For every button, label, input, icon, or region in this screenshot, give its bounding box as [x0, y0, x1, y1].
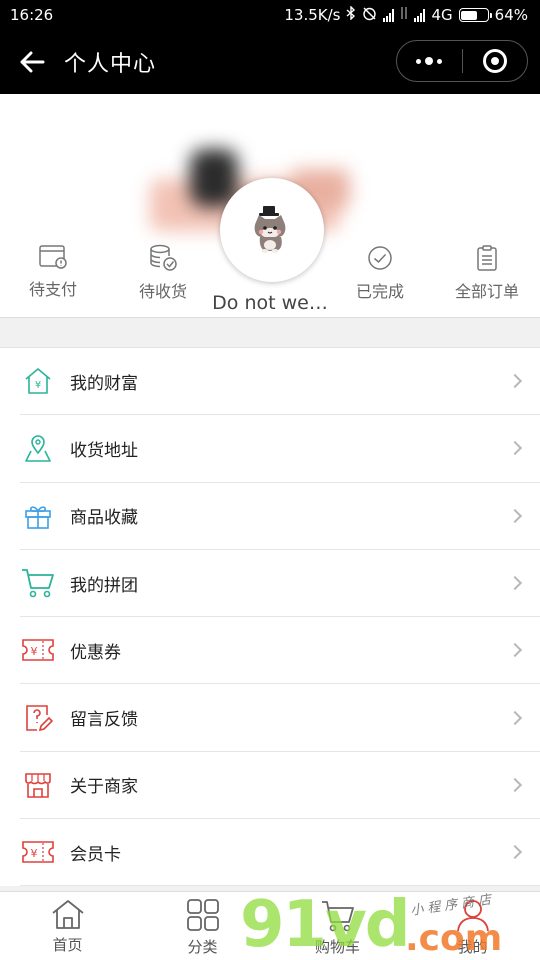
- chevron-right-icon: [507, 710, 523, 725]
- cart-icon: [20, 565, 56, 601]
- data-transfer-icon: [400, 6, 408, 24]
- menu-list: ¥ 我的财富 收货地址 商品收藏 我的拼团 ¥ 优惠券 留言反馈 关于商家 ¥ …: [0, 347, 540, 887]
- menu-item-coupons[interactable]: ¥ 优惠券: [20, 617, 540, 685]
- feedback-icon: [20, 700, 56, 736]
- battery-percent: 64%: [494, 6, 528, 24]
- alarm-off-icon: [362, 6, 377, 25]
- avatar[interactable]: [220, 178, 324, 282]
- gift-icon: [20, 498, 56, 534]
- tab-label: 首页: [52, 936, 83, 954]
- tab-label: 我的: [457, 938, 488, 956]
- more-button[interactable]: [397, 41, 462, 81]
- menu-item-member-card[interactable]: ¥ 会员卡: [20, 819, 540, 887]
- user-nickname: Do not we…: [212, 292, 328, 314]
- tab-mine[interactable]: 我的: [405, 892, 540, 960]
- profile-header: 待支付 待收货 Do not we… 已完成 全部订单: [0, 94, 540, 318]
- order-pending-delivery[interactable]: 待收货: [118, 244, 208, 302]
- menu-item-about-store[interactable]: 关于商家: [20, 752, 540, 820]
- user-icon: [456, 900, 489, 932]
- menu-label: 收货地址: [70, 440, 138, 461]
- svg-text:¥: ¥: [35, 380, 41, 391]
- coin-stack-icon: [150, 244, 177, 271]
- map-pin-icon: [20, 430, 56, 466]
- order-pending-payment[interactable]: 待支付: [8, 244, 98, 300]
- menu-label: 商品收藏: [70, 508, 138, 529]
- title-bar: 个人中心: [0, 30, 540, 94]
- signal-icon-secondary: [414, 8, 426, 22]
- grid-icon: [186, 899, 219, 931]
- more-dots-icon: [416, 57, 443, 65]
- chevron-right-icon: [507, 643, 523, 658]
- wallet-icon: [39, 245, 67, 269]
- chevron-right-icon: [507, 441, 523, 456]
- tab-category[interactable]: 分类: [135, 892, 270, 960]
- svg-text:¥: ¥: [31, 847, 38, 860]
- cart-icon: [321, 901, 354, 932]
- menu-item-wealth[interactable]: ¥ 我的财富: [20, 348, 540, 416]
- order-all[interactable]: 全部订单: [442, 244, 532, 302]
- menu-label: 留言反馈: [70, 710, 138, 731]
- cat-avatar-icon: [254, 206, 286, 253]
- tab-label: 购物车: [314, 938, 360, 956]
- target-icon: [482, 49, 507, 73]
- menu-item-favorites[interactable]: 商品收藏: [20, 483, 540, 550]
- store-icon: [20, 767, 56, 803]
- back-button[interactable]: [0, 30, 64, 94]
- coupon-icon: ¥: [20, 632, 56, 668]
- menu-item-feedback[interactable]: 留言反馈: [20, 684, 540, 752]
- check-circle-icon: [368, 246, 392, 270]
- chevron-right-icon: [507, 845, 523, 860]
- battery-icon: [458, 8, 492, 22]
- order-label: 待支付: [28, 280, 77, 299]
- signal-icon: [383, 8, 395, 22]
- chevron-right-icon: [507, 508, 523, 523]
- close-mini-program-button[interactable]: [463, 41, 528, 81]
- menu-label: 我的拼团: [70, 575, 138, 596]
- order-completed[interactable]: 已完成: [335, 244, 425, 302]
- svg-text:¥: ¥: [31, 645, 38, 658]
- wealth-house-icon: ¥: [20, 363, 56, 399]
- menu-label: 会员卡: [70, 844, 121, 865]
- tab-label: 分类: [187, 938, 218, 956]
- page-title: 个人中心: [64, 52, 157, 77]
- order-label: 全部订单: [454, 282, 519, 301]
- member-card-icon: ¥: [20, 834, 56, 870]
- network-type: 4G: [431, 6, 453, 24]
- chevron-right-icon: [507, 777, 523, 792]
- menu-label: 关于商家: [70, 777, 138, 798]
- bottom-tab-bar: 首页 分类 购物车 我的: [0, 891, 540, 960]
- tab-home[interactable]: 首页: [0, 892, 135, 960]
- menu-item-address[interactable]: 收货地址: [20, 415, 540, 483]
- arrow-left-icon: [20, 51, 45, 73]
- clipboard-icon: [477, 245, 497, 271]
- chevron-right-icon: [507, 575, 523, 591]
- status-indicators: 13.5K/s 4G 64%: [284, 5, 528, 25]
- tab-cart[interactable]: 购物车: [270, 892, 405, 960]
- chevron-right-icon: [507, 374, 523, 389]
- menu-label: 我的财富: [70, 373, 138, 394]
- menu-label: 优惠券: [70, 642, 121, 663]
- order-label: 待收货: [138, 282, 187, 301]
- bluetooth-icon: [346, 5, 356, 24]
- network-speed: 13.5K/s: [284, 6, 341, 24]
- status-bar: 16:26 13.5K/s 4G 64%: [0, 0, 540, 30]
- menu-item-group-buy[interactable]: 我的拼团: [20, 550, 540, 618]
- home-icon: [51, 900, 84, 929]
- clock: 16:26: [10, 6, 54, 24]
- mini-program-capsule: [396, 40, 528, 82]
- order-label: 已完成: [355, 282, 404, 301]
